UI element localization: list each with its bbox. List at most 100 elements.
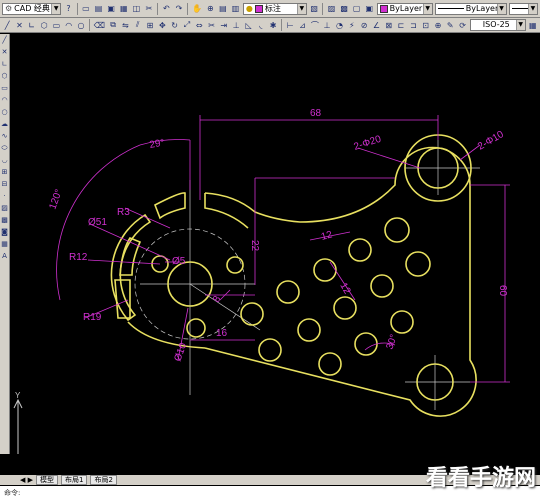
polygon-icon[interactable]: ⬡ (1, 70, 8, 82)
make-block-icon[interactable]: ⊟ (1, 178, 8, 190)
preview-icon[interactable]: ◫ (131, 2, 142, 15)
line-icon[interactable]: ╱ (1, 34, 8, 46)
standard-toolbar: ⚙ CAD 经典 ▼ ? ▭ ▤ ▣ ▦ ◫ ✂ ↶ ↷ ✋ ⊕ ▤ ▥ ● 标… (0, 0, 540, 18)
workspace-select[interactable]: ⚙ CAD 经典 ▼ (2, 2, 62, 15)
layer-select[interactable]: ● 标注 ▼ (242, 2, 307, 15)
tolerance-icon[interactable]: ⊡ (420, 18, 431, 32)
dim-angular-icon[interactable]: ∠ (371, 18, 382, 32)
cut-icon[interactable]: ✂ (143, 2, 155, 15)
lineweight-select[interactable]: ▼ (508, 2, 538, 15)
pattern-hole (276, 280, 300, 304)
dim-phi51: Ø51 (88, 217, 107, 228)
break-icon[interactable]: ⊥ (231, 18, 242, 32)
move-icon[interactable]: ✥ (157, 18, 168, 32)
dim-60: 60 (497, 285, 508, 297)
redo-icon[interactable]: ↷ (173, 2, 185, 15)
fillet-icon[interactable]: ◟ (255, 18, 266, 32)
polygon-icon[interactable]: ⬡ (38, 18, 50, 32)
explode-icon[interactable]: ✱ (268, 18, 279, 32)
rectangle-icon[interactable]: ▭ (1, 82, 8, 94)
paint-icon[interactable]: ▨ (326, 2, 337, 15)
dim-12a: 12 (320, 229, 334, 243)
array-icon[interactable]: ⊞ (144, 18, 156, 32)
dim-radius-icon[interactable]: ◔ (334, 18, 345, 32)
point-icon[interactable]: · (1, 190, 8, 202)
region-icon[interactable]: ◙ (1, 226, 8, 238)
tab-layout2[interactable]: 布局2 (90, 475, 117, 485)
spline-icon[interactable]: ∿ (1, 130, 8, 142)
pan-icon[interactable]: ✋ (191, 2, 204, 15)
hatch-icon[interactable]: ▨ (1, 202, 8, 214)
undo-icon[interactable]: ↶ (161, 2, 172, 15)
ellipse-icon[interactable]: ⬭ (1, 142, 8, 154)
copy-icon[interactable]: ⧉ (107, 18, 119, 32)
drawing-canvas[interactable]: 68 2-Φ20 2-Φ10 29° 120° R3 Ø51 Ø5 R12 R1… (10, 34, 540, 468)
dimstyle-manager-icon[interactable]: ▦ (527, 18, 538, 32)
command-prompt: 命令: (4, 489, 21, 497)
dim-arc-icon[interactable]: ⌒ (309, 18, 320, 32)
dim-baseline-icon[interactable]: ⊏ (395, 18, 407, 32)
dim-quick-icon[interactable]: ⊠ (383, 18, 394, 32)
design-center-icon[interactable]: ▥ (230, 2, 241, 15)
dim-diameter-icon[interactable]: ⊘ (358, 18, 370, 32)
dim-linear-icon[interactable]: ⊢ (285, 18, 296, 32)
chamfer-icon[interactable]: ◺ (243, 18, 254, 32)
color-select[interactable]: ByLayer ▼ (376, 2, 433, 15)
save-icon[interactable]: ▣ (105, 2, 117, 15)
trim-icon[interactable]: ✂ (206, 18, 217, 32)
ellipse-arc-icon[interactable]: ◡ (1, 154, 8, 166)
layer-prev-icon[interactable]: ▣ (364, 2, 375, 15)
stretch-icon[interactable]: ⇔ (194, 18, 205, 32)
dim-ordinate-icon[interactable]: ⊥ (322, 18, 333, 32)
dim-edit-icon[interactable]: ✎ (445, 18, 456, 32)
revcloud-icon[interactable]: ☁ (1, 118, 8, 130)
insert-block-icon[interactable]: ⊞ (1, 166, 8, 178)
mtext-icon[interactable]: A (1, 250, 8, 262)
mirror-icon[interactable]: ⇋ (120, 18, 131, 32)
xline-icon[interactable]: ✕ (14, 18, 25, 32)
offset-icon[interactable]: ⫽ (132, 18, 143, 32)
center-mark-icon[interactable]: ⊕ (432, 18, 444, 32)
tab-model[interactable]: 模型 (36, 475, 58, 485)
dim-update-icon[interactable]: ⟳ (457, 18, 468, 32)
arc-icon[interactable]: ◠ (1, 94, 8, 106)
properties-icon[interactable]: ▤ (217, 2, 229, 15)
block-icon[interactable]: ▢ (351, 2, 363, 15)
tab-nav-icon[interactable]: ◀ ▶ (20, 476, 33, 484)
print-icon[interactable]: ▦ (118, 2, 130, 15)
dim-29-arc (139, 139, 191, 146)
rectangle-icon[interactable]: ▭ (51, 18, 62, 32)
new-file-icon[interactable]: ▭ (80, 2, 92, 15)
linetype-select[interactable]: ByLayer ▼ (434, 2, 507, 15)
open-file-icon[interactable]: ▤ (93, 2, 104, 15)
arc-icon[interactable]: ◠ (63, 18, 74, 32)
dim-30: 30° (384, 333, 400, 351)
help-icon[interactable]: ? (63, 2, 74, 15)
circle-icon[interactable]: ○ (1, 106, 8, 118)
scale-icon[interactable]: ⤢ (181, 18, 193, 32)
extend-icon[interactable]: ⇥ (218, 18, 230, 32)
ucs-icon (13, 398, 74, 467)
erase-icon[interactable]: ⌫ (92, 18, 106, 32)
tab-layout1[interactable]: 布局1 (61, 475, 88, 485)
rotate-icon[interactable]: ↻ (169, 18, 180, 32)
zoom-icon[interactable]: ⊕ (205, 2, 216, 15)
dim-aligned-icon[interactable]: ⊿ (297, 18, 308, 32)
match-prop-icon[interactable]: ▩ (338, 2, 350, 15)
watermark: 看看手游网 (425, 466, 536, 491)
dim-jogged-icon[interactable]: ⚡ (346, 18, 357, 32)
separator (76, 2, 78, 15)
dimstyle-select[interactable]: ISO-25 ▼ (469, 19, 526, 31)
dim-continue-icon[interactable]: ⊐ (408, 18, 419, 32)
circle-icon[interactable]: ○ (75, 18, 87, 32)
line-sample (437, 8, 464, 9)
polyline-icon[interactable]: ∟ (26, 18, 37, 32)
chevron-down-icon: ▼ (527, 3, 537, 14)
separator (187, 2, 189, 15)
table-icon[interactable]: ▦ (1, 238, 8, 250)
polyline-icon[interactable]: ∟ (1, 58, 8, 70)
line-icon[interactable]: ╱ (2, 18, 13, 32)
gradient-icon[interactable]: ▩ (1, 214, 8, 226)
layer-manager-icon[interactable]: ▧ (308, 2, 320, 15)
xline-icon[interactable]: ✕ (1, 46, 8, 58)
